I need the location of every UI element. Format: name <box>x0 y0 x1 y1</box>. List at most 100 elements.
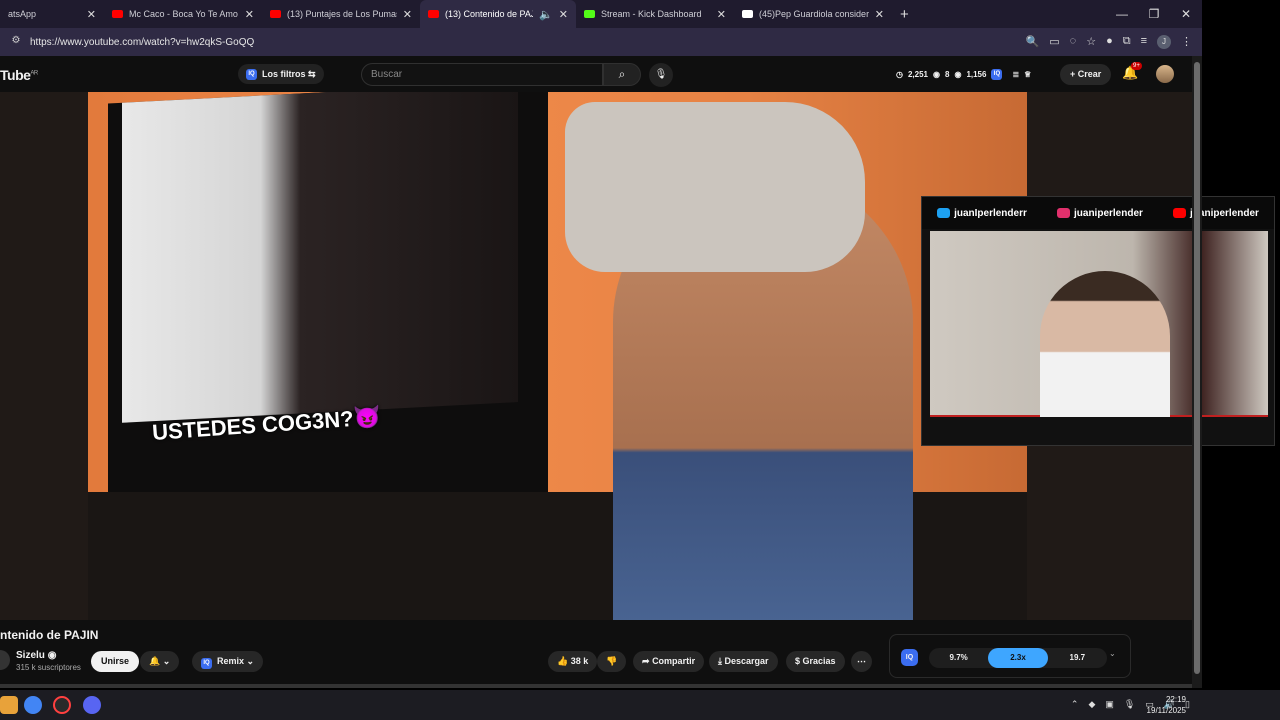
minimize-icon[interactable]: — <box>1106 0 1138 28</box>
remix-label: Remix <box>217 656 245 666</box>
iq-extension-icon: IQ <box>246 68 257 80</box>
join-button[interactable]: Unirse <box>91 651 140 672</box>
share-button[interactable]: ➦ Compartir <box>633 651 705 672</box>
chevron-up-icon[interactable]: ⌃ <box>1071 699 1079 710</box>
page-scrollbar[interactable] <box>1192 56 1202 688</box>
taskbar-clock[interactable]: 22:19 19/11/2025 <box>1147 694 1186 716</box>
restore-icon[interactable]: ❐ <box>1138 0 1170 28</box>
download-button[interactable]: ⤓ Descargar <box>709 651 778 672</box>
youtube-logo[interactable]: TubeAR <box>0 67 38 83</box>
thanks-button[interactable]: $ Gracias <box>786 651 845 672</box>
account-avatar[interactable] <box>1156 65 1174 83</box>
clock-time: 22:19 <box>1165 695 1186 704</box>
tab-puntajes[interactable]: (13) Puntajes de Los Pumas vs ✕ <box>262 0 420 28</box>
media-control-icon[interactable]: ≡ <box>1141 35 1147 49</box>
thanks-label: Gracias <box>802 656 836 666</box>
new-tab-icon[interactable]: + <box>900 6 909 23</box>
channel-name-text: Sizelu <box>16 650 45 661</box>
viewers-icon: ◉ <box>954 69 962 79</box>
tab-kick-dashboard[interactable]: Stream - Kick Dashboard ✕ <box>576 0 734 28</box>
scrollbar-thumb[interactable] <box>1194 62 1200 674</box>
chrome-icon[interactable] <box>24 696 42 714</box>
taskbar-app-icon[interactable] <box>53 696 71 714</box>
more-actions-button[interactable]: ⋯ <box>851 651 872 672</box>
extension-stats: ◷ 2,251 ◉ 8 ◉ 1,156 IQ ≣ ♕ <box>896 66 1031 82</box>
list-icon[interactable]: ≣ <box>1012 70 1019 79</box>
cast-icon[interactable]: ▭ <box>1049 35 1059 49</box>
download-label: Descargar <box>724 656 769 666</box>
tray-app-icon[interactable]: ◆ <box>1088 699 1095 710</box>
bell-icon: 🔔 <box>149 656 161 666</box>
video-info: ntenido de PAJIN Sizelu ◉ 315 k suscript… <box>0 620 1192 684</box>
rate-option[interactable]: 9.7% <box>929 648 988 668</box>
youtube-header: TubeAR IQ Los filtros ⇆ Buscar ⌕ 🎙 ◷ 2,251… <box>0 56 1192 92</box>
iq-extension-icon[interactable]: IQ <box>991 68 1003 80</box>
create-button[interactable]: + Crear <box>1060 64 1112 85</box>
extensions-puzzle-icon[interactable]: ⧉ <box>1123 35 1131 49</box>
channel-avatar[interactable] <box>0 650 10 670</box>
eye-off-icon[interactable]: ◌ <box>1070 35 1077 49</box>
dislike-button[interactable]: 👎 <box>597 651 627 672</box>
watching-count: 1,156 <box>966 69 987 79</box>
close-tab-icon[interactable]: ✕ <box>403 8 412 21</box>
monitor-image <box>108 92 548 524</box>
taskbar-app-icon[interactable] <box>0 696 18 714</box>
bookmark-star-icon[interactable]: ☆ <box>1086 35 1096 49</box>
notifications-toggle-button[interactable]: 🔔 ⌄ <box>140 651 180 672</box>
instagram-handle: juaniperlender <box>1074 207 1143 219</box>
tab-contenido-de-pajin[interactable]: (13) Contenido de PAJIN - Y 🔈 ✕ <box>420 0 576 28</box>
horizontal-scrollbar[interactable] <box>0 684 1192 688</box>
search-button[interactable]: ⌕ <box>603 63 641 86</box>
tab-pep-guardiola[interactable]: (45)Pep Guardiola considera a ✕ <box>734 0 892 28</box>
tab-label: Stream - Kick Dashboard <box>601 9 702 19</box>
mic-icon[interactable]: 🎙 <box>1124 699 1135 710</box>
verified-icon: ◉ <box>47 650 57 661</box>
voice-search-button[interactable]: 🎙 <box>649 63 673 87</box>
views-count: 2,251 <box>907 69 929 79</box>
close-tab-icon[interactable]: ✕ <box>559 8 568 21</box>
close-tab-icon[interactable]: ✕ <box>717 8 726 21</box>
rate-option-selected[interactable]: 2.3x <box>988 648 1048 668</box>
browser-menu-icon[interactable]: ⋮ <box>1181 35 1192 49</box>
iq-extension-icon[interactable]: IQ <box>901 649 918 666</box>
video-frame[interactable]: USTEDES COG3N?😈 <box>88 92 1027 620</box>
share-icon: ➦ <box>642 656 650 666</box>
video-title: ntenido de PAJIN <box>0 628 99 642</box>
twitter-icon <box>937 207 951 218</box>
close-tab-icon[interactable]: ✕ <box>875 8 884 21</box>
filters-button[interactable]: IQ Los filtros ⇆ <box>238 64 324 84</box>
thumbs-down-icon: 👎 <box>606 656 618 666</box>
tiktok-favicon-icon <box>742 10 753 18</box>
url-field[interactable]: https://www.youtube.com/watch?v=hw2qkS-G… <box>30 37 1026 48</box>
hat-overlay <box>565 102 865 272</box>
rate-option[interactable]: 19.7 <box>1048 648 1107 668</box>
logo-text: Tube <box>0 67 31 83</box>
youtube-favicon-icon <box>112 10 123 18</box>
like-button[interactable]: 👍 38 k <box>548 651 598 672</box>
instagram-icon <box>1057 207 1070 218</box>
crown-icon[interactable]: ♕ <box>1024 70 1031 79</box>
address-bar: ⚙ https://www.youtube.com/watch?v=hw2qkS… <box>0 28 1202 56</box>
speaker-icon[interactable]: 🔈 <box>539 8 553 21</box>
site-info-icon[interactable]: ⚙ <box>8 35 24 49</box>
taskbar: ⌃ ◆ ▣ 🎙 ▭ 🔊 ▯ 22:19 19/11/2025 <box>0 690 1280 720</box>
iq-speed-panel: IQ 9.7% 2.3x 19.7 ⌄ <box>889 634 1131 678</box>
create-label: Crear <box>1077 69 1102 79</box>
like-count: 38 k <box>570 656 589 666</box>
discord-icon[interactable] <box>83 696 101 714</box>
close-window-icon[interactable]: ✕ <box>1170 0 1202 28</box>
search-input[interactable]: Buscar <box>361 63 603 86</box>
close-tab-icon[interactable]: ✕ <box>87 8 96 21</box>
tray-app-icon[interactable]: ▣ <box>1105 699 1114 710</box>
zoom-icon[interactable]: 🔍 <box>1026 35 1040 49</box>
tab-mc-caco[interactable]: Mc Caco - Boca Yo Te Amo // L ✕ <box>104 0 262 28</box>
remix-button[interactable]: IQ Remix ⌄ <box>192 651 264 672</box>
profile-avatar[interactable]: J <box>1157 35 1171 49</box>
extension-color-icon[interactable]: ● <box>1106 35 1113 49</box>
clock-icon: ◷ <box>896 69 903 79</box>
close-tab-icon[interactable]: ✕ <box>245 8 254 21</box>
chevron-down-icon[interactable]: ⌄ <box>1109 649 1116 658</box>
channel-name[interactable]: Sizelu ◉ <box>16 650 56 661</box>
subscriber-count: 315 k suscriptores <box>16 663 81 672</box>
tab-whatsapp[interactable]: atsApp ✕ <box>0 0 104 28</box>
